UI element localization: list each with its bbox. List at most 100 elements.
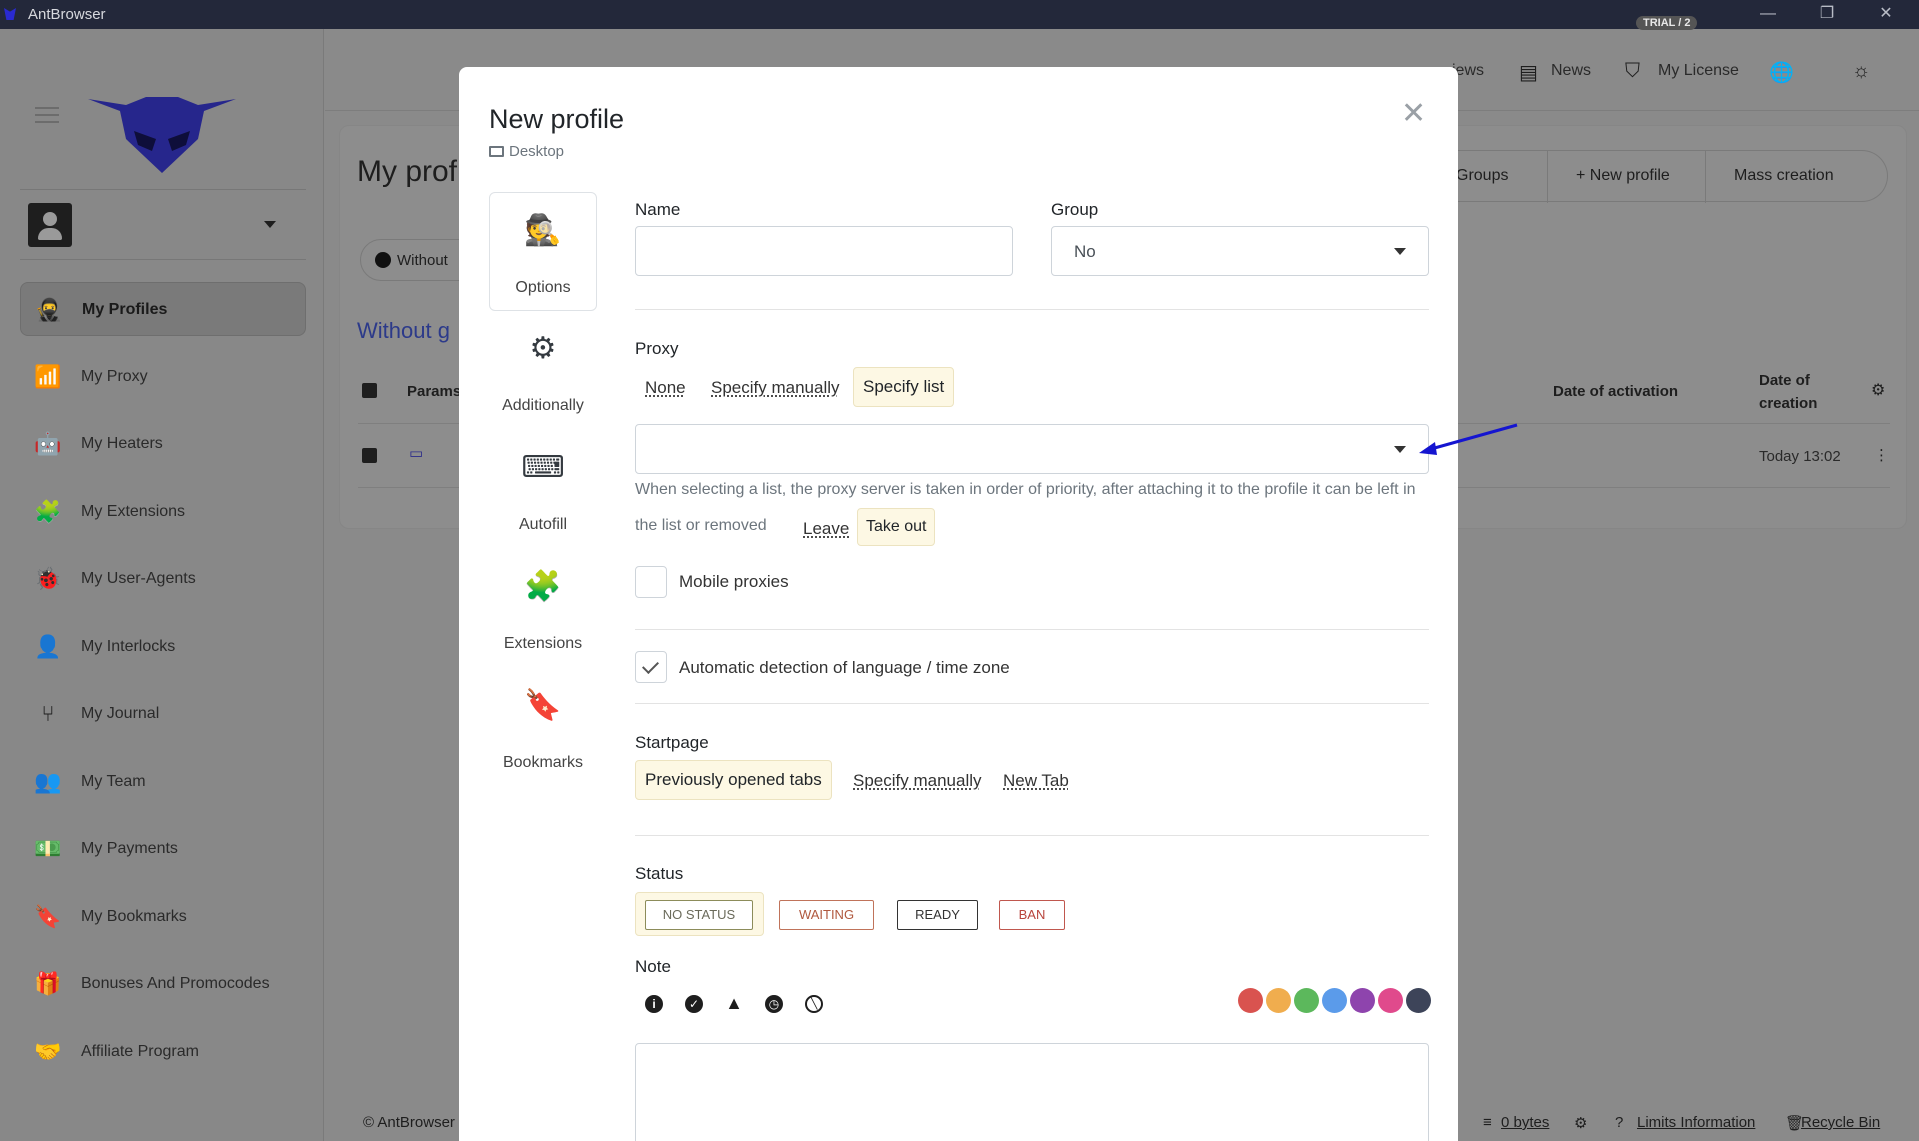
footer-limits-link[interactable]: Limits Information	[1637, 1114, 1755, 1131]
color-orange-swatch[interactable]	[1266, 988, 1291, 1013]
take-out-option[interactable]: Take out	[857, 508, 935, 546]
sidebar-item-bonuses[interactable]: 🎁 Bonuses And Promocodes	[20, 957, 306, 1011]
profile-mask-icon: 🥷	[35, 297, 63, 323]
sidebar-nav: 🥷 My Profiles 📶 My Proxy 🤖 My Heaters 🧩 …	[20, 282, 306, 1092]
sidebar-item-my-bookmarks[interactable]: 🔖 My Bookmarks	[20, 890, 306, 944]
status-ready-button[interactable]: READY	[897, 900, 978, 930]
leave-option[interactable]: Leave	[803, 519, 849, 539]
note-textarea[interactable]	[635, 1043, 1429, 1141]
sidebar-item-my-team[interactable]: 👥 My Team	[20, 755, 306, 809]
startpage-new-tab-option[interactable]: New Tab	[1003, 771, 1069, 791]
check-circle-icon[interactable]: ✓	[685, 995, 703, 1013]
gift-icon: 🎁	[34, 971, 62, 997]
account-switcher[interactable]	[28, 203, 296, 247]
new-profile-button[interactable]: + New profile	[1576, 167, 1670, 185]
sidebar-item-affiliate[interactable]: 🤝 Affiliate Program	[20, 1025, 306, 1079]
sidebar-item-my-journal[interactable]: ⑂ My Journal	[20, 687, 306, 741]
group-select[interactable]: No	[1051, 226, 1429, 276]
tab-label: Additionally	[489, 397, 597, 415]
color-red-swatch[interactable]	[1238, 988, 1263, 1013]
bookmark-icon: 🔖	[34, 904, 62, 930]
group-selected-value: No	[1074, 242, 1096, 262]
select-all-checkbox[interactable]	[362, 383, 377, 398]
mobile-proxies-label: Mobile proxies	[679, 572, 789, 592]
proxy-none-option[interactable]: None	[645, 378, 686, 398]
theme-sun-icon[interactable]: ☼	[1852, 60, 1870, 83]
tab-additionally[interactable]: ⚙ Additionally	[489, 311, 597, 430]
sidebar-item-my-proxy[interactable]: 📶 My Proxy	[20, 350, 306, 404]
name-label: Name	[635, 200, 680, 220]
mass-creation-button[interactable]: Mass creation	[1734, 167, 1834, 185]
group-heading: Without g	[357, 318, 450, 344]
shield-icon: ⛉	[1625, 60, 1640, 83]
hamburger-menu-icon[interactable]	[35, 107, 59, 125]
page-title: My prof	[357, 155, 457, 189]
color-purple-swatch[interactable]	[1350, 988, 1375, 1013]
robot-icon: 🤖	[34, 431, 62, 457]
info-icon[interactable]: i	[645, 995, 663, 1013]
tab-bookmarks[interactable]: 🔖 Bookmarks	[489, 668, 597, 787]
sidebar-item-my-interlocks[interactable]: 👤 My Interlocks	[20, 620, 306, 674]
footer-recycle-link[interactable]: Recycle Bin	[1801, 1114, 1880, 1131]
warning-icon[interactable]: ▲	[725, 995, 743, 1013]
proxy-list-select[interactable]	[635, 424, 1429, 474]
chevron-down-icon	[264, 221, 276, 228]
sidebar-divider	[20, 259, 306, 260]
startpage-specify-manually-option[interactable]: Specify manually	[853, 771, 982, 791]
row-menu-icon[interactable]: ⋮	[1874, 446, 1889, 464]
sidebar-item-my-extensions[interactable]: 🧩 My Extensions	[20, 485, 306, 539]
row-checkbox[interactable]	[362, 448, 377, 463]
sidebar-item-label: My Bookmarks	[81, 908, 187, 926]
sidebar-item-label: My Heaters	[81, 435, 163, 453]
ant-logo	[86, 95, 238, 175]
startpage-previous-tabs-option[interactable]: Previously opened tabs	[635, 760, 832, 800]
mobile-proxies-checkbox[interactable]	[635, 566, 667, 598]
proxy-specify-manually-option[interactable]: Specify manually	[711, 378, 840, 398]
color-green-swatch[interactable]	[1294, 988, 1319, 1013]
sidebar-item-my-user-agents[interactable]: 🐞 My User-Agents	[20, 552, 306, 606]
minimize-button[interactable]: —	[1756, 3, 1780, 25]
status-ban-button[interactable]: BAN	[999, 900, 1065, 930]
tab-autofill[interactable]: ⌨ Autofill	[489, 430, 597, 549]
sidebar-item-my-payments[interactable]: 💵 My Payments	[20, 822, 306, 876]
section-divider	[635, 703, 1429, 704]
sidebar-item-label: My Team	[81, 773, 146, 791]
tab-options[interactable]: 🕵 Options	[489, 192, 597, 311]
tab-extensions[interactable]: 🧩 Extensions	[489, 549, 597, 668]
incognito-icon: 🕵	[490, 213, 596, 248]
sidebar-item-label: My Payments	[81, 840, 178, 858]
group-label: Group	[1051, 200, 1098, 220]
footer-bytes[interactable]: 0 bytes	[1501, 1114, 1549, 1131]
name-input[interactable]	[635, 226, 1013, 276]
sidebar-item-label: My Proxy	[81, 368, 148, 386]
clock-icon[interactable]: ◷	[765, 995, 783, 1013]
status-no-status-button[interactable]: NO STATUS	[645, 900, 753, 930]
footer-settings-icon[interactable]: ⚙	[1574, 1114, 1587, 1132]
close-window-button[interactable]: ✕	[1874, 3, 1898, 25]
tab-label: Autofill	[489, 516, 597, 534]
auto-detect-checkbox[interactable]	[635, 651, 667, 683]
branch-icon: ⑂	[34, 701, 62, 727]
proxy-specify-list-option[interactable]: Specify list	[853, 367, 954, 407]
sidebar-item-my-heaters[interactable]: 🤖 My Heaters	[20, 417, 306, 471]
globe-icon[interactable]: 🌐	[1769, 60, 1794, 85]
bookmark-outline-icon: 🔖	[489, 688, 597, 723]
sidebar-item-my-profiles[interactable]: 🥷 My Profiles	[20, 282, 306, 336]
color-navy-swatch[interactable]	[1406, 988, 1431, 1013]
sidebar-divider	[20, 189, 306, 190]
table-settings-icon[interactable]: ⚙	[1871, 380, 1885, 400]
monitor-icon	[489, 146, 504, 157]
topbar-license[interactable]: My License	[1658, 62, 1739, 80]
topbar-news[interactable]: News	[1551, 62, 1591, 80]
new-profile-modal: New profile Desktop ✕ 🕵 Options ⚙ Additi…	[459, 67, 1458, 1141]
color-blue-swatch[interactable]	[1322, 988, 1347, 1013]
status-waiting-button[interactable]: WAITING	[779, 900, 874, 930]
filter-dot-icon	[375, 252, 391, 268]
ban-icon[interactable]: ╲	[805, 995, 823, 1013]
tab-label: Extensions	[489, 635, 597, 653]
sidebar-item-label: Affiliate Program	[81, 1043, 199, 1061]
groups-button[interactable]: Groups	[1456, 167, 1508, 185]
restore-button[interactable]: ❐	[1815, 3, 1839, 25]
modal-close-icon[interactable]: ✕	[1401, 99, 1426, 129]
color-pink-swatch[interactable]	[1378, 988, 1403, 1013]
